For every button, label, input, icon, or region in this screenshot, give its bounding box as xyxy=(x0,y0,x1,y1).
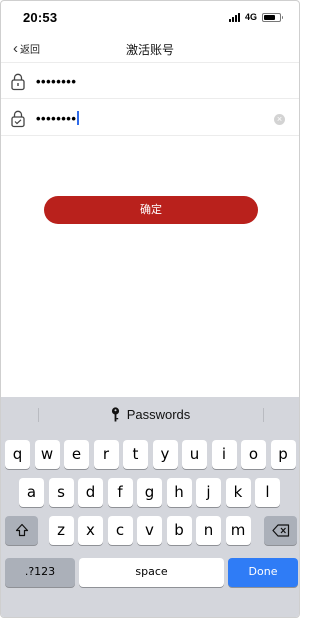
password-suggestion[interactable]: Passwords xyxy=(1,397,299,431)
key-z[interactable]: z xyxy=(48,516,74,545)
status-indicators: 4G xyxy=(228,12,283,22)
key-u[interactable]: u xyxy=(182,440,207,469)
phone-screen: 20:53 4G ‹ 返回 激活账号 •••••••• •••••••• × 确… xyxy=(0,0,300,618)
key-a[interactable]: a xyxy=(19,478,44,507)
delete-key[interactable] xyxy=(264,516,297,545)
confirm-button[interactable]: 确定 xyxy=(44,196,258,224)
key-h[interactable]: h xyxy=(166,478,192,507)
key-b[interactable]: b xyxy=(166,516,192,545)
key-m[interactable]: m xyxy=(225,516,251,545)
signal-icon xyxy=(228,12,240,22)
status-time: 20:53 xyxy=(23,10,58,25)
key-e[interactable]: e xyxy=(64,440,89,469)
numbers-key[interactable]: .?123 xyxy=(5,558,75,587)
key-d[interactable]: d xyxy=(78,478,103,507)
key-s[interactable]: s xyxy=(48,478,74,507)
key-k[interactable]: k xyxy=(225,478,251,507)
status-bar: 20:53 4G xyxy=(1,1,299,35)
password-field[interactable]: •••••••• xyxy=(1,65,299,99)
shift-icon xyxy=(15,523,28,537)
key-v[interactable]: v xyxy=(137,516,162,545)
shift-key[interactable] xyxy=(5,516,38,545)
key-j[interactable]: j xyxy=(196,478,221,507)
network-type: 4G xyxy=(244,12,257,22)
page-title: 激活账号 xyxy=(125,43,174,57)
space-key[interactable]: space xyxy=(79,558,224,587)
suggestion-divider xyxy=(38,408,39,422)
key-q[interactable]: q xyxy=(5,440,30,469)
navigation-bar: ‹ 返回 激活账号 xyxy=(1,35,299,63)
clear-icon[interactable]: × xyxy=(274,114,285,125)
key-f[interactable]: f xyxy=(107,478,133,507)
done-key[interactable]: Done xyxy=(228,558,298,587)
key-p[interactable]: p xyxy=(270,440,296,469)
key-t[interactable]: t xyxy=(123,440,148,469)
key-icon xyxy=(111,406,119,421)
key-c[interactable]: c xyxy=(107,516,133,545)
suggestion-label: Passwords xyxy=(126,406,191,422)
confirm-password-field[interactable]: •••••••• × xyxy=(1,102,299,136)
key-r[interactable]: r xyxy=(93,440,119,469)
backspace-icon xyxy=(271,524,289,537)
text-cursor xyxy=(77,111,79,125)
keyboard: Passwords q w e r t y u i o p a s d f g … xyxy=(1,397,299,617)
key-w[interactable]: w xyxy=(34,440,60,469)
lock-icon xyxy=(11,73,25,91)
password-value: •••••••• xyxy=(36,74,77,89)
key-g[interactable]: g xyxy=(137,478,162,507)
key-n[interactable]: n xyxy=(196,516,221,545)
battery-icon xyxy=(262,12,283,22)
key-o[interactable]: o xyxy=(241,440,266,469)
key-x[interactable]: x xyxy=(78,516,103,545)
confirm-password-value: •••••••• xyxy=(36,111,79,126)
key-i[interactable]: i xyxy=(211,440,237,469)
key-l[interactable]: l xyxy=(255,478,280,507)
suggestion-divider xyxy=(263,408,264,422)
lock-check-icon xyxy=(11,110,25,128)
key-y[interactable]: y xyxy=(152,440,178,469)
